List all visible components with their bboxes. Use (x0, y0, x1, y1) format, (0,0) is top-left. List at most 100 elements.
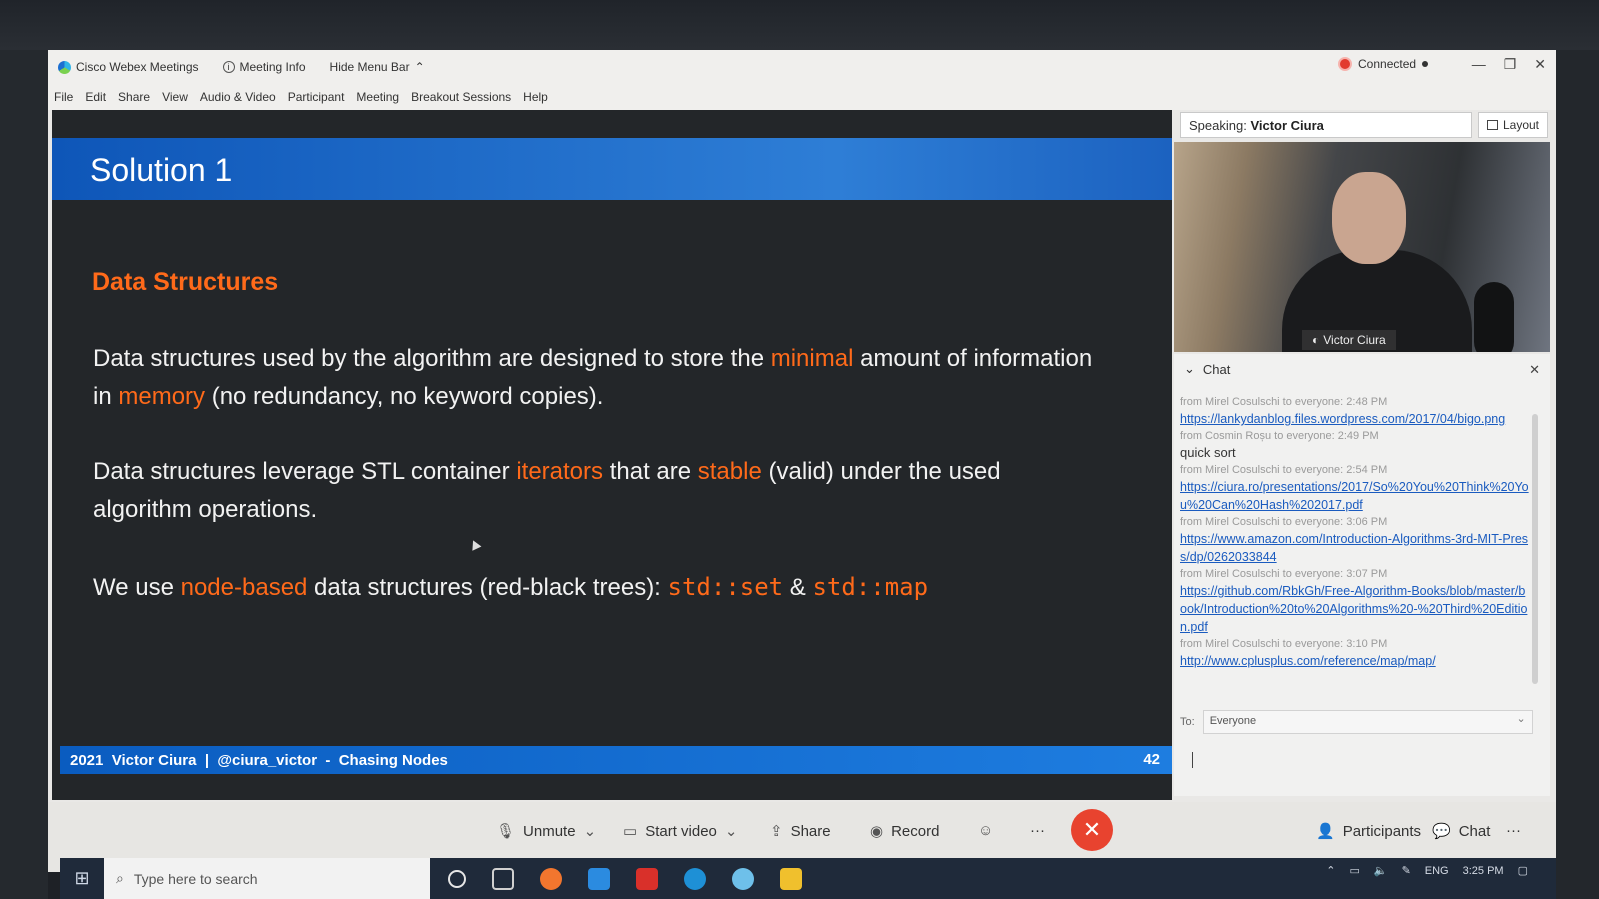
footer-talk-title: Chasing Nodes (338, 751, 448, 769)
slide-footer: 2021 Victor Ciura | @ciura_victor - Chas… (60, 746, 1172, 774)
chat-message-link[interactable]: https://ciura.ro/presentations/2017/So%2… (1180, 478, 1530, 514)
taskbar-search[interactable]: ⌕ Type here to search (104, 858, 430, 899)
chat-recipient-select[interactable]: Everyone (1202, 710, 1533, 734)
volume-icon[interactable]: 🔈 (1374, 864, 1388, 877)
layout-label: Layout (1502, 118, 1540, 132)
audio-icon: ◐ (1312, 333, 1320, 347)
restore-icon[interactable]: ❐ (1504, 56, 1517, 73)
record-label: Record (891, 822, 940, 840)
participants-icon: 👤 (1316, 823, 1335, 840)
cortana-icon[interactable] (448, 869, 466, 888)
mail-icon[interactable] (588, 867, 610, 890)
taskbar-apps (448, 867, 802, 890)
windows-start-icon[interactable]: ⊞ (60, 858, 104, 899)
footer-year: 2021 (70, 751, 104, 769)
p3-code-std-set: std::set (667, 573, 784, 601)
close-icon[interactable]: ✕ (1534, 56, 1546, 73)
menu-file[interactable]: File (54, 90, 73, 104)
chat-message-link[interactable]: http://www.cplusplus.com/reference/map/m… (1180, 652, 1530, 670)
firefox-icon[interactable] (540, 867, 562, 890)
slide-paragraph-3: We use node-based data structures (red-b… (93, 568, 1093, 607)
more-options-button[interactable]: ··· (1030, 822, 1045, 839)
edge-icon[interactable] (684, 867, 706, 890)
unmute-button[interactable]: 🎙 Unmute ⌄ (496, 822, 597, 841)
p3-code-std-map: std::map (812, 573, 929, 601)
clock[interactable]: 3:25 PM (1463, 865, 1504, 877)
chevron-down-icon[interactable]: ⌄ (1184, 361, 1195, 377)
file-explorer-icon[interactable] (780, 867, 802, 890)
chevron-down-icon[interactable]: ⌄ (584, 822, 597, 840)
menu-participant[interactable]: Participant (288, 90, 345, 104)
app-title-label: Cisco Webex Meetings (76, 60, 199, 74)
network-icon[interactable]: ▭ (1349, 864, 1359, 877)
notification-icon[interactable]: ▢ (1518, 864, 1528, 877)
chat-message-link[interactable]: https://www.amazon.com/Introduction-Algo… (1180, 530, 1530, 566)
p2-text-a: Data structures leverage STL container (93, 458, 517, 485)
menu-edit[interactable]: Edit (85, 90, 106, 104)
share-icon: ⇪ (770, 823, 783, 840)
menu-share[interactable]: Share (118, 90, 150, 104)
menu-help[interactable]: Help (523, 90, 548, 104)
language-indicator[interactable]: ENG (1425, 865, 1449, 877)
panel-more-button[interactable]: ··· (1506, 822, 1521, 839)
share-button[interactable]: ⇪ Share (770, 822, 831, 841)
acrobat-icon[interactable] (636, 867, 658, 890)
participants-button[interactable]: 👤 Participants (1316, 822, 1421, 841)
p1-text-c: (no redundancy, no keyword copies). (205, 383, 604, 410)
menu-breakout-sessions[interactable]: Breakout Sessions (411, 90, 511, 104)
footer-dash: - (325, 751, 331, 769)
chat-header[interactable]: ⌄ Chat (1174, 354, 1550, 384)
close-icon: ✕ (1082, 817, 1102, 842)
menu-audio-video[interactable]: Audio & Video (200, 90, 276, 104)
video-name-tag: ◐ Victor Ciura (1302, 330, 1396, 350)
webex-window: Cisco Webex Meetings i Meeting Info Hide… (48, 50, 1556, 872)
speaking-label: Speaking: (1189, 118, 1247, 133)
layout-button[interactable]: Layout (1478, 112, 1548, 138)
footer-author: Victor Ciura (111, 751, 197, 769)
menu-meeting[interactable]: Meeting (356, 90, 399, 104)
chat-message-meta: from Mirel Cosulschi to everyone: 2:48 P… (1180, 396, 1388, 408)
unmute-label: Unmute (523, 822, 576, 840)
chat-message-meta: from Cosmin Roșu to everyone: 2:49 PM (1180, 430, 1379, 442)
record-button[interactable]: ◉ Record (870, 822, 940, 841)
chat-panel: ⌄ Chat ✕ from Mirel Cosulschi to everyon… (1174, 354, 1550, 796)
menu-bar: File Edit Share View Audio & Video Parti… (48, 84, 1556, 110)
hide-menu-bar-button[interactable]: Hide Menu Bar ⌃ (330, 60, 425, 74)
pen-icon[interactable]: ✎ (1402, 864, 1411, 877)
chat-input[interactable] (1180, 746, 1540, 786)
slide-title: Solution 1 (90, 152, 233, 188)
speaker-name: Victor Ciura (1250, 118, 1324, 133)
chat-messages: from Mirel Cosulschi to everyone: 2:48 P… (1180, 394, 1530, 670)
task-view-icon[interactable] (492, 867, 514, 890)
chat-to-label: To: (1180, 716, 1195, 728)
minimize-icon[interactable]: — (1472, 56, 1486, 73)
microphone (1474, 282, 1514, 352)
webex-taskbar-icon[interactable] (732, 867, 754, 890)
chat-scrollbar[interactable] (1532, 414, 1538, 684)
speaker-video[interactable]: ◐ Victor Ciura (1174, 142, 1550, 352)
meeting-info-button[interactable]: i Meeting Info (222, 60, 306, 74)
layout-icon (1486, 120, 1498, 130)
reactions-button[interactable]: ☺ (978, 822, 993, 839)
more-options-label: ··· (1030, 822, 1045, 839)
webex-logo-icon (58, 60, 71, 74)
hide-menu-bar-label: Hide Menu Bar (329, 60, 410, 74)
p2-text-b: that are (603, 458, 698, 485)
end-meeting-button[interactable]: ✕ (1071, 809, 1113, 851)
chat-message-link[interactable]: https://github.com/RbkGh/Free-Algorithm-… (1180, 582, 1530, 636)
p2-highlight-stable: stable (697, 458, 762, 485)
p3-ampersand: & (783, 574, 813, 601)
menu-view[interactable]: View (162, 90, 188, 104)
footer-handle: @ciura_victor (217, 751, 318, 769)
start-video-button[interactable]: ▭ Start video ⌄ (623, 822, 738, 841)
smiley-icon: ☺ (978, 822, 994, 839)
chat-button[interactable]: 💬 Chat (1432, 822, 1490, 841)
chat-message-link[interactable]: https://lankydanblog.files.wordpress.com… (1180, 410, 1530, 428)
connection-status[interactable]: Connected (1338, 57, 1429, 71)
chat-recipient-row: To: Everyone (1180, 710, 1533, 734)
speaking-indicator: Speaking: Victor Ciura (1180, 112, 1472, 138)
chevron-down-icon[interactable]: ⌄ (725, 822, 738, 840)
chat-close-icon[interactable]: ✕ (1529, 362, 1540, 378)
record-icon: ◉ (870, 823, 884, 840)
tray-chevron-up-icon[interactable]: ⌃ (1326, 864, 1335, 877)
